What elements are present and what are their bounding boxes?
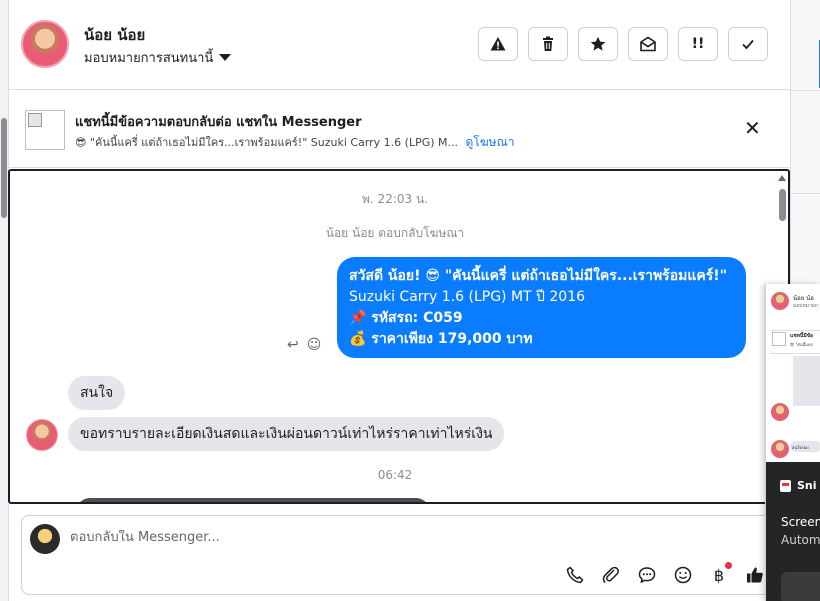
ad-reply-note: น้อย น้อย ตอบกลับโฆษณา	[325, 226, 465, 240]
broken-image-icon	[28, 113, 42, 127]
star-icon	[590, 36, 606, 51]
call-button[interactable]	[564, 564, 586, 586]
mark-done-button[interactable]	[728, 27, 768, 61]
follow-up-icon: !!	[691, 36, 705, 52]
overlay-avatar	[771, 403, 789, 421]
overlay-banner-subtitle: 😎 "คันนี้แคร	[790, 342, 813, 347]
timestamp: 06:42	[377, 468, 413, 482]
outgoing-message[interactable]: สวัสดี น้อย! 😎 "คันนี้แครี่ แต่ถ้าเธอไม่…	[337, 257, 746, 358]
emoji-icon	[674, 566, 692, 584]
trash-icon	[543, 36, 553, 51]
overlay-avatar	[771, 440, 789, 458]
overlay-assign-label: มอบหมายก	[793, 303, 818, 309]
incoming-message[interactable]: สนใจ	[68, 376, 126, 410]
contact-avatar-small[interactable]	[26, 419, 58, 451]
conversation-header: น้อย น้อย มอบหมายการสนทนานี้ !!	[9, 0, 790, 90]
contact-avatar[interactable]	[21, 20, 69, 68]
saved-replies-button[interactable]	[636, 564, 658, 586]
thread-scrollbar-thumb[interactable]	[779, 189, 786, 221]
reply-composer: ฿	[21, 515, 790, 595]
reply-input[interactable]	[70, 530, 570, 545]
overlay-avatar	[771, 292, 789, 310]
divider	[791, 193, 820, 194]
floating-preview-window[interactable]: น้อย น้อ มอบหมายก แชทนี้มีข้อ 😎 "คันนี้แ…	[765, 284, 820, 601]
snip-action-button[interactable]	[781, 572, 820, 601]
incoming-message[interactable]: ขอทราบรายละเอียดเงินสดและเงินผ่อนดาวน์เท…	[68, 417, 505, 451]
outgoing-line-1: สวัสดี น้อย! 😎 "คันนี้แครี่ แต่ถ้าเธอไม่…	[349, 268, 727, 284]
alert-triangle-icon	[490, 37, 506, 51]
reply-icon[interactable]: ↩	[287, 337, 299, 353]
overlay-image	[793, 356, 820, 406]
phone-icon	[566, 566, 584, 584]
assign-label: มอบหมายการสนทนานี้	[84, 51, 214, 66]
assign-dropdown[interactable]: มอบหมายการสนทนานี้	[84, 47, 232, 68]
left-scrollbar-thumb[interactable]	[1, 118, 7, 218]
snip-body: Autom	[781, 533, 820, 547]
follow-up-button[interactable]: !!	[678, 27, 718, 61]
overlay-thumbnail	[772, 332, 786, 346]
snip-header: Sni	[780, 479, 817, 492]
view-ad-link[interactable]: ดูโฆษณา	[466, 135, 515, 149]
snip-notification[interactable]: Sni Screen Autom	[766, 462, 820, 601]
message-thread[interactable]: พ. 22:03 น. น้อย น้อย ตอบกลับโฆษณา สวัสด…	[8, 169, 790, 504]
check-icon	[742, 39, 754, 50]
overlay-banner-title: แชทนี้มีข้อ	[790, 333, 814, 339]
chat-bubble-icon	[638, 567, 656, 584]
banner-subtitle-text: 😎 "คันนี้แครี่ แต่ถ้าเธอไม่มีใคร...เราพร…	[75, 136, 459, 149]
emoji-button[interactable]	[672, 564, 694, 586]
timestamp: พ. 22:03 น.	[362, 192, 428, 206]
baht-icon: ฿	[713, 565, 725, 585]
paperclip-icon	[602, 566, 619, 584]
like-button[interactable]	[744, 564, 766, 586]
outgoing-line-2: Suzuki Carry 1.6 (LPG) MT ปี 2016	[349, 289, 586, 305]
scroll-up-arrow-icon[interactable]	[778, 175, 786, 181]
ad-thumbnail[interactable]	[25, 110, 65, 150]
snipping-tool-icon	[780, 479, 791, 492]
app-root: น้อย น้อย มอบหมายการสนทนานี้ !! แชทนี้มี…	[0, 0, 820, 601]
mark-unread-button[interactable]	[628, 27, 668, 61]
delete-button[interactable]	[528, 27, 568, 61]
page-avatar	[30, 524, 60, 554]
snip-app-name: Sni	[797, 479, 817, 492]
emoji-react-icon[interactable]: ☺	[307, 337, 322, 353]
mail-open-icon	[640, 36, 656, 52]
messenger-reply-banner: แชทนี้มีข้อความตอบกลับต่อ แชทใน Messenge…	[9, 90, 790, 168]
snip-title: Screen	[781, 515, 820, 529]
header-toolbar: !!	[478, 27, 768, 61]
thumbs-up-icon	[747, 567, 763, 583]
close-icon[interactable]: ✕	[744, 118, 761, 138]
attach-button[interactable]	[600, 564, 622, 586]
composer-toolbar: ฿	[564, 562, 766, 586]
divider	[791, 90, 820, 91]
notification-dot	[725, 562, 732, 569]
contact-name[interactable]: น้อย น้อย	[84, 23, 145, 47]
banner-title: แชทนี้มีข้อความตอบกลับต่อ แชทใน Messenge…	[75, 115, 362, 130]
incoming-attachment-partial[interactable]	[76, 498, 430, 502]
report-spam-button[interactable]	[478, 27, 518, 61]
banner-subtitle: 😎 "คันนี้แครี่ แต่ถ้าเธอไม่มีใคร...เราพร…	[75, 133, 514, 152]
star-button[interactable]	[578, 27, 618, 61]
payment-button[interactable]: ฿	[708, 562, 732, 586]
message-actions: ↩ ☺	[287, 337, 321, 353]
outgoing-line-4: 💰 ราคาเพียง 179,000 บาท	[349, 331, 533, 347]
caret-down-icon	[219, 54, 232, 61]
outgoing-line-3: 📌 รหัสรถ: C059	[349, 310, 463, 326]
overlay-message: สนใจรอบ	[790, 441, 820, 452]
